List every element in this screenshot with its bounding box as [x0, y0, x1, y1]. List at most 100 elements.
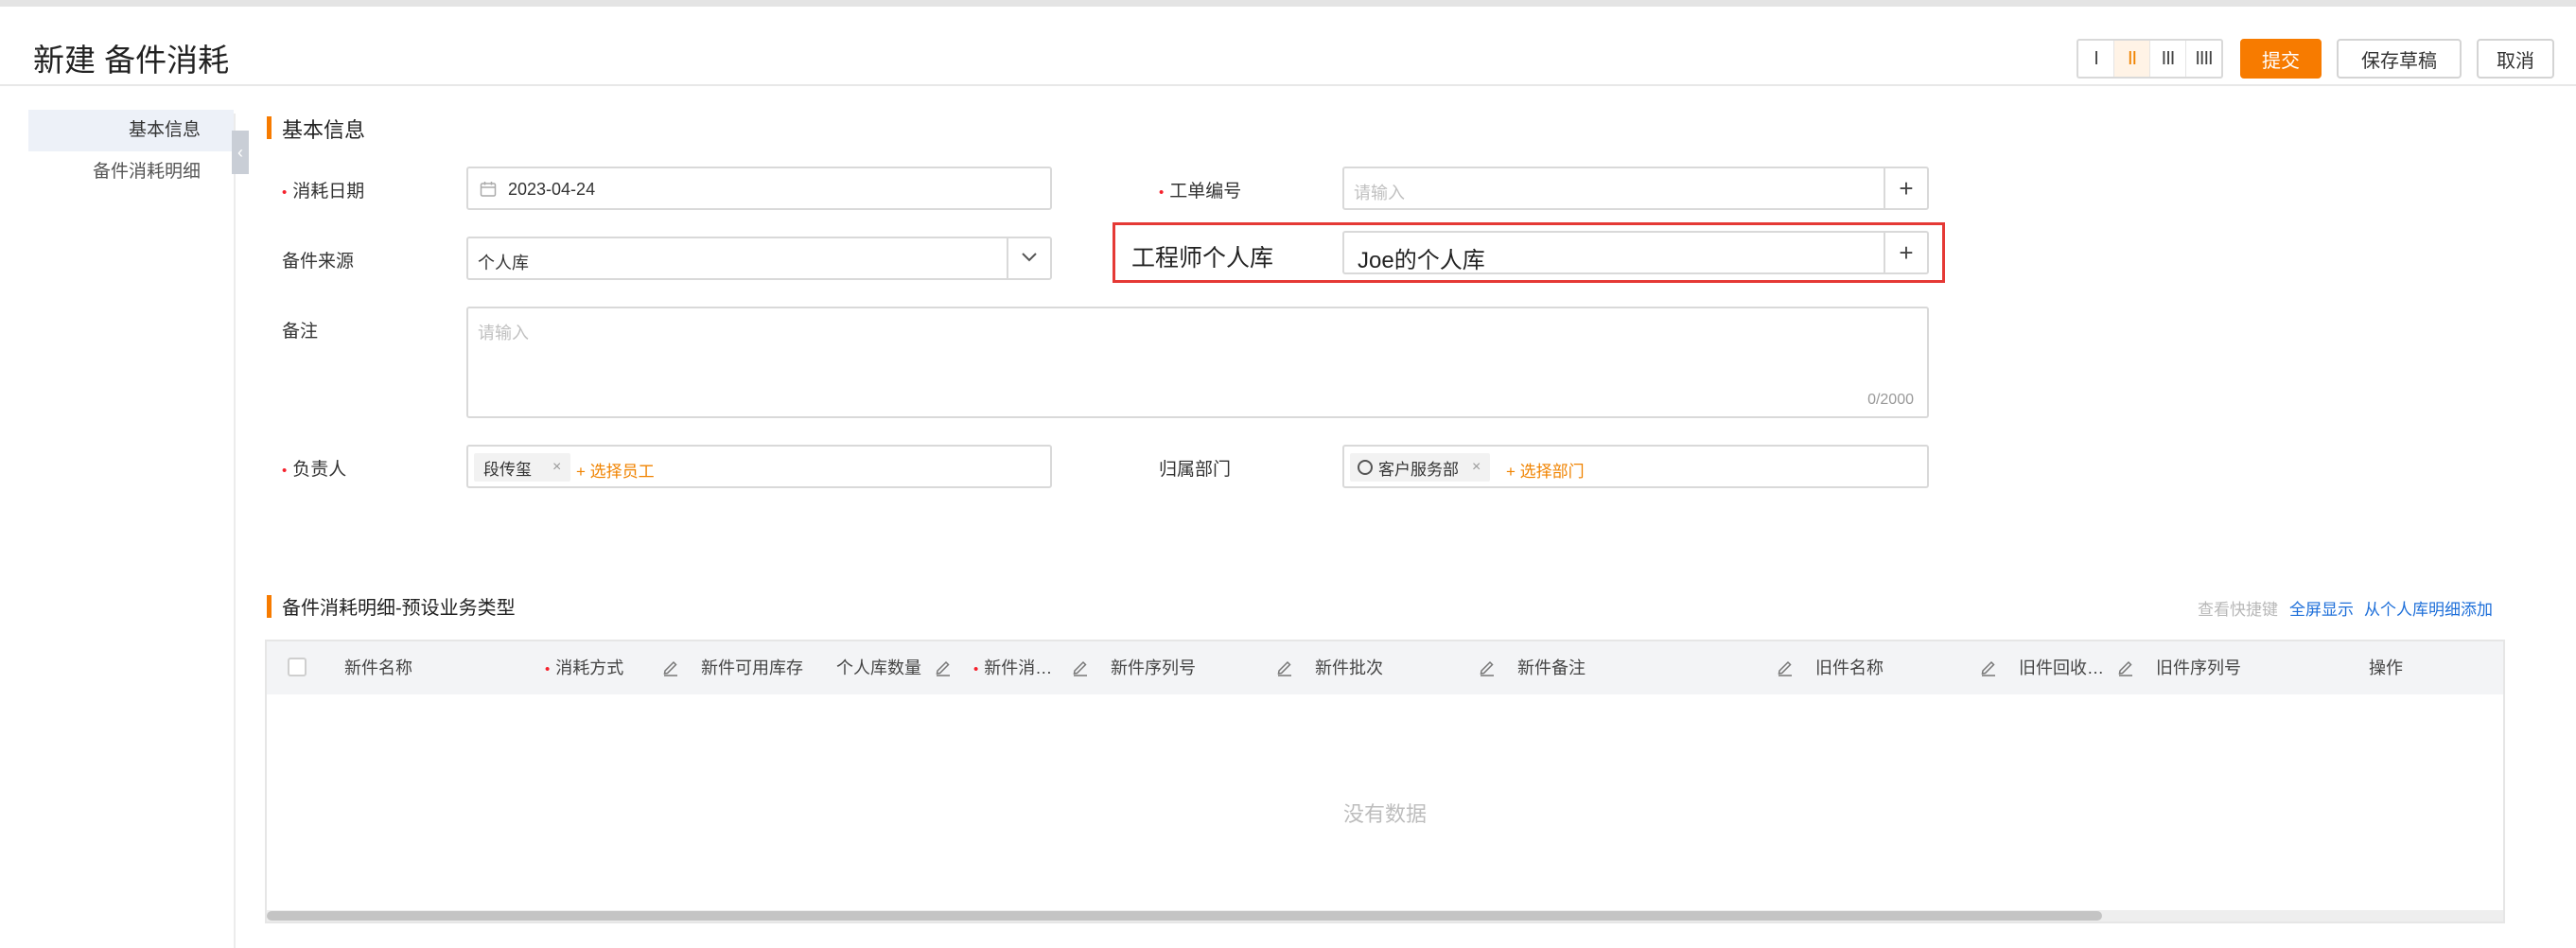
- column-header-personal-store-qty: 个人库数量: [825, 641, 962, 694]
- consume-date-value: 2023-04-24: [508, 180, 596, 199]
- column-header-old-part-recycle: 旧件回收…: [2007, 641, 2145, 694]
- layout-one-column-button[interactable]: I: [2078, 41, 2114, 77]
- engineer-store-label: 工程师个人库: [1131, 245, 1274, 272]
- consume-detail-table: 新件名称 • 消耗方式 新件可用库存 个人库数量 • 新件消… 新件序列号 新件批次 新件备注 旧件…: [265, 640, 2505, 923]
- remark-char-counter: 0/2000: [1867, 392, 1914, 408]
- nav-divider: [234, 114, 236, 948]
- part-source-value: 个人库: [478, 254, 529, 272]
- column-header-label: 新件批次: [1315, 658, 1383, 677]
- calendar-icon: [480, 182, 497, 197]
- select-employee-link[interactable]: + 选择员工: [576, 458, 655, 482]
- select-department-link[interactable]: + 选择部门: [1506, 458, 1585, 482]
- select-all-checkbox[interactable]: [288, 658, 307, 676]
- close-icon[interactable]: ×: [1472, 459, 1481, 476]
- plus-icon: +: [1899, 173, 1914, 202]
- fullscreen-link[interactable]: 全屏显示: [2289, 596, 2354, 620]
- column-header-label: 新件消…: [984, 658, 1053, 677]
- layout-four-column-button[interactable]: IIII: [2186, 41, 2221, 77]
- required-mark: •: [1159, 184, 1165, 201]
- department-label: 归属部门: [1159, 460, 1232, 480]
- edit-pencil-icon[interactable]: [2116, 658, 2135, 676]
- nav-item-consume-detail[interactable]: 备件消耗明细: [28, 151, 234, 193]
- owner-tag-label: 段传玺: [483, 460, 532, 479]
- layout-two-column-button[interactable]: II: [2114, 41, 2150, 77]
- department-field[interactable]: 客户服务部 × + 选择部门: [1342, 445, 1929, 488]
- anchor-nav: 基本信息 备件消耗明细: [28, 110, 234, 193]
- part-source-select[interactable]: 个人库: [466, 237, 1052, 280]
- work-order-add-button[interactable]: +: [1884, 168, 1927, 208]
- column-header-consume-method: • 消耗方式: [534, 641, 690, 694]
- plus-icon: +: [1899, 237, 1914, 267]
- column-header-label: 旧件序列号: [2156, 658, 2241, 677]
- page-title: 新建 备件消耗: [33, 43, 230, 78]
- work-order-no-label: • 工单编号: [1159, 182, 1242, 202]
- submit-button[interactable]: 提交: [2240, 39, 2322, 79]
- edit-pencil-icon[interactable]: [1275, 658, 1294, 676]
- chevron-left-icon: ‹: [237, 142, 243, 162]
- engineer-store-add-button[interactable]: +: [1884, 233, 1927, 272]
- engineer-store-value: Joe的个人库: [1358, 248, 1485, 273]
- column-header-new-part-batch: 新件批次: [1304, 641, 1506, 694]
- column-header-label: 消耗方式: [555, 658, 624, 677]
- column-header-new-part-available-stock: 新件可用库存: [690, 641, 825, 694]
- required-mark: •: [282, 463, 288, 479]
- column-header-new-part-name: 新件名称: [333, 641, 534, 694]
- work-order-no-field[interactable]: 请输入 +: [1342, 167, 1929, 210]
- work-order-no-placeholder: 请输入: [1354, 184, 1405, 202]
- column-header-label: 旧件名称: [1815, 658, 1884, 677]
- remark-label: 备注: [282, 322, 319, 342]
- engineer-store-field[interactable]: Joe的个人库 +: [1342, 231, 1929, 274]
- add-from-store-link[interactable]: 从个人库明细添加: [2364, 596, 2493, 620]
- layout-three-column-button[interactable]: III: [2150, 41, 2186, 77]
- edit-pencil-icon[interactable]: [1979, 658, 1998, 676]
- owner-label: • 负责人: [282, 460, 347, 480]
- column-header-label: 新件备注: [1517, 658, 1586, 677]
- page-header: 新建 备件消耗 I II III IIII 提交 保存草稿 取消: [0, 7, 2576, 86]
- column-header-label: 新件可用库存: [701, 658, 803, 677]
- column-header-old-part-name: 旧件名称: [1804, 641, 2007, 694]
- cancel-button[interactable]: 取消: [2477, 39, 2554, 79]
- column-header-label: 操作: [2369, 658, 2403, 677]
- select-divider: [1007, 238, 1008, 278]
- consume-date-label: • 消耗日期: [282, 182, 365, 202]
- owner-tag: 段传玺 ×: [474, 453, 571, 482]
- scrollbar-thumb[interactable]: [267, 911, 2102, 921]
- column-header-new-part-serial: 新件序列号: [1099, 641, 1304, 694]
- required-mark: •: [282, 184, 288, 201]
- column-header-label: 新件序列号: [1111, 658, 1196, 677]
- horizontal-scrollbar[interactable]: [267, 910, 2503, 922]
- column-header-label: 新件名称: [344, 658, 412, 677]
- column-header-label: 旧件回收…: [2019, 658, 2104, 677]
- consume-date-picker[interactable]: 2023-04-24: [466, 167, 1052, 210]
- edit-pencil-icon[interactable]: [934, 658, 953, 676]
- edit-pencil-icon[interactable]: [1071, 658, 1090, 676]
- department-circle-icon: [1358, 460, 1373, 475]
- nav-item-basic-info[interactable]: 基本信息: [28, 110, 234, 151]
- required-mark: •: [973, 661, 979, 677]
- edit-pencil-icon[interactable]: [1478, 658, 1497, 676]
- column-header-new-part-remark: 新件备注: [1506, 641, 1804, 694]
- department-tag-label: 客户服务部: [1378, 460, 1459, 479]
- table-header: 新件名称 • 消耗方式 新件可用库存 个人库数量 • 新件消… 新件序列号 新件批次 新件备注 旧件…: [267, 641, 2503, 694]
- edit-pencil-icon[interactable]: [1776, 658, 1795, 676]
- close-icon[interactable]: ×: [552, 459, 561, 476]
- part-source-label: 备件来源: [282, 252, 355, 272]
- collapse-nav-handle[interactable]: ‹: [232, 131, 249, 174]
- save-draft-button[interactable]: 保存草稿: [2337, 39, 2462, 79]
- section-title-basic-info: 基本信息: [267, 114, 365, 144]
- required-mark: •: [545, 661, 551, 677]
- department-tag: 客户服务部 ×: [1350, 453, 1491, 482]
- remark-placeholder: 请输入: [478, 324, 529, 342]
- chevron-down-icon: [1022, 253, 1037, 262]
- column-layout-switcher: I II III IIII: [2077, 39, 2223, 79]
- column-header-new-part-consume-qty: • 新件消…: [962, 641, 1099, 694]
- top-edge: [0, 0, 2576, 7]
- column-header-actions: 操作: [2357, 641, 2499, 694]
- empty-state-text: 没有数据: [1342, 802, 1427, 826]
- shortcut-keys-link[interactable]: 查看快捷键: [2198, 596, 2278, 620]
- remark-textarea[interactable]: 请输入 0/2000: [466, 307, 1929, 418]
- column-header-old-part-serial: 旧件序列号: [2145, 641, 2357, 694]
- edit-pencil-icon[interactable]: [661, 658, 680, 676]
- owner-field[interactable]: 段传玺 × + 选择员工: [466, 445, 1052, 488]
- column-header-label: 个人库数量: [836, 658, 921, 677]
